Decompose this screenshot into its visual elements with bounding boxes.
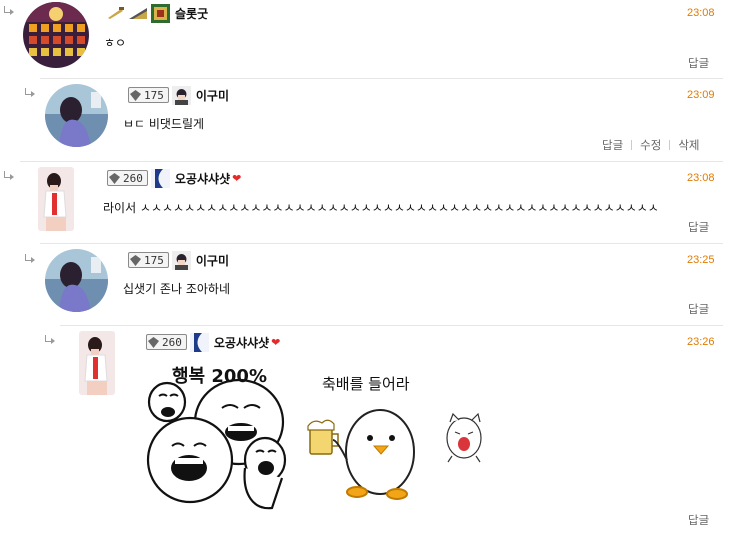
avatar[interactable] bbox=[23, 2, 89, 68]
level-number: 175 bbox=[144, 253, 164, 267]
avatar[interactable] bbox=[45, 84, 108, 147]
timestamp: 23:26 bbox=[687, 336, 715, 348]
reply-arrow-icon bbox=[25, 88, 36, 97]
reply-arrow-icon bbox=[4, 6, 15, 15]
avatar[interactable] bbox=[79, 331, 115, 395]
edit-button[interactable]: 수정 bbox=[640, 137, 661, 153]
reply-button[interactable]: 답글 bbox=[688, 512, 709, 528]
delete-button[interactable]: 삭제 bbox=[678, 137, 699, 153]
moon-badge-icon bbox=[150, 168, 170, 188]
sword-icon bbox=[108, 7, 124, 19]
character-badge-icon bbox=[171, 250, 191, 270]
moon-badge-icon bbox=[189, 332, 209, 352]
user-info: 175 이구미 bbox=[128, 250, 229, 270]
small-cat-icon bbox=[446, 412, 482, 463]
divider bbox=[60, 325, 723, 326]
character-badge-icon bbox=[171, 85, 191, 105]
reply-arrow-icon bbox=[45, 335, 56, 344]
slot-badge-icon bbox=[151, 3, 170, 23]
comment-actions: 답글 bbox=[688, 512, 709, 528]
comment-actions: 답글 수정 삭제 bbox=[602, 137, 700, 153]
level-gem-icon bbox=[130, 89, 141, 101]
reply-button[interactable]: 답글 bbox=[688, 55, 709, 71]
avatar[interactable] bbox=[45, 249, 108, 312]
reply-arrow-icon bbox=[4, 171, 15, 180]
level-number: 175 bbox=[144, 88, 164, 102]
reply-button[interactable]: 답글 bbox=[602, 137, 623, 153]
user-info: 260 오공샤샤샷 ❤ bbox=[146, 332, 280, 352]
comment-actions: 답글 bbox=[688, 219, 709, 235]
nickname[interactable]: 이구미 bbox=[196, 252, 229, 269]
heart-icon: ❤ bbox=[271, 335, 281, 349]
comment-text: 라이서 ㅅㅅㅅㅅㅅㅅㅅㅅㅅㅅㅅㅅㅅㅅㅅㅅㅅㅅㅅㅅㅅㅅㅅㅅㅅㅅㅅㅅㅅㅅㅅㅅㅅㅅㅅㅅ… bbox=[103, 201, 659, 215]
nickname[interactable]: 오공샤샤샷 bbox=[214, 334, 269, 351]
nickname[interactable]: 이구미 bbox=[196, 87, 229, 104]
nickname[interactable]: 오공샤샤샷 bbox=[175, 170, 230, 187]
beer-mug-icon bbox=[307, 419, 339, 455]
sticker-caption-left: 행복 200% bbox=[172, 366, 267, 387]
divider bbox=[20, 161, 723, 162]
timestamp: 23:09 bbox=[687, 89, 715, 101]
user-info: 175 이구미 bbox=[128, 85, 229, 105]
sticker-caption-right: 축배를 들어라 bbox=[322, 375, 410, 393]
comment-text: 십샛기 존나 조아하네 bbox=[123, 282, 230, 296]
level-gem-icon bbox=[109, 172, 120, 184]
action-separator bbox=[631, 140, 633, 150]
comment-actions: 답글 bbox=[688, 55, 709, 71]
comment-text: ㅎㅇ bbox=[104, 36, 127, 50]
avatar[interactable] bbox=[38, 167, 74, 231]
comment-text: ㅂㄷ 비댓드릴게 bbox=[123, 117, 205, 131]
reply-arrow-icon bbox=[25, 254, 36, 263]
level-badge: 175 bbox=[128, 252, 169, 268]
level-gem-icon bbox=[148, 336, 159, 348]
penguin-icon bbox=[332, 409, 415, 500]
divider bbox=[40, 78, 723, 79]
reply-button[interactable]: 답글 bbox=[688, 301, 709, 317]
nickname[interactable]: 슬롯굿 bbox=[175, 5, 208, 22]
action-separator bbox=[669, 140, 671, 150]
heart-icon: ❤ bbox=[232, 171, 242, 185]
timestamp: 23:08 bbox=[687, 7, 715, 19]
reply-button[interactable]: 답글 bbox=[688, 219, 709, 235]
level-number: 260 bbox=[162, 335, 182, 349]
timestamp: 23:25 bbox=[687, 254, 715, 266]
level-gem-icon bbox=[130, 254, 141, 266]
timestamp: 23:08 bbox=[687, 172, 715, 184]
rank-icon bbox=[128, 6, 148, 20]
level-number: 260 bbox=[123, 171, 143, 185]
divider bbox=[40, 243, 723, 244]
level-badge: 175 bbox=[128, 87, 169, 103]
comment-actions: 답글 bbox=[688, 301, 709, 317]
user-info: 슬롯굿 bbox=[107, 3, 208, 23]
sticker-image: 행복 200% 축배를 들어라 bbox=[142, 360, 492, 510]
user-info: 260 오공샤샤샷 ❤ bbox=[107, 168, 241, 188]
level-badge: 260 bbox=[146, 334, 187, 350]
laughing-faces-sticker: 행복 200% 축배를 들어라 bbox=[146, 366, 482, 510]
level-badge: 260 bbox=[107, 170, 148, 186]
